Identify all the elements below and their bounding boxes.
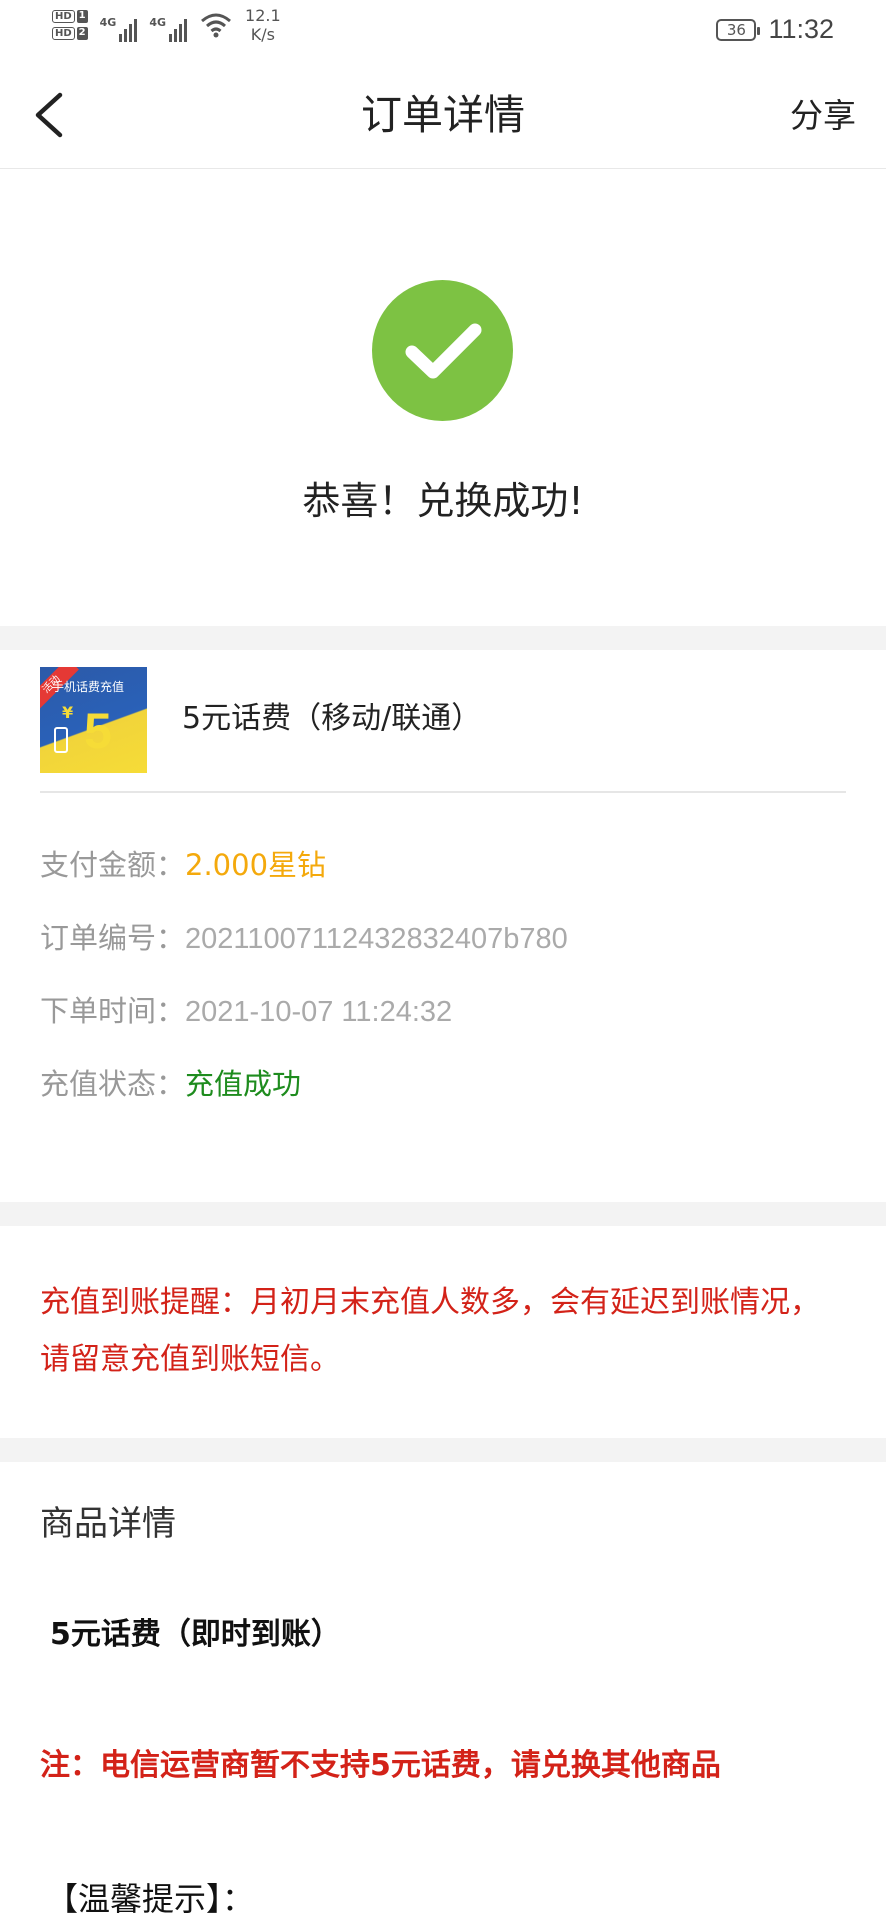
navigation-bar: 订单详情 分享 bbox=[0, 62, 886, 169]
sim-number: 2 bbox=[76, 27, 88, 40]
phone-icon bbox=[54, 727, 68, 753]
hd-label: HD bbox=[52, 10, 75, 23]
hd-badge-2: HD 2 bbox=[52, 27, 88, 40]
share-button[interactable]: 分享 bbox=[790, 96, 856, 136]
order-time-label: 下单时间： bbox=[40, 994, 186, 1028]
status-bar-left: HD 1 HD 2 4G 4G 12.1 K/s bbox=[52, 6, 281, 44]
signal-icon-2: 4G bbox=[149, 8, 188, 42]
order-number-value: 20211007112432832407b780 bbox=[185, 923, 568, 955]
thumbnail-title: 手机话费充值 bbox=[52, 680, 125, 694]
battery-level: 36 bbox=[726, 20, 746, 39]
success-check-icon bbox=[372, 280, 513, 421]
network-type: 4G bbox=[99, 16, 117, 29]
order-number-row: 订单编号：20211007112432832407b780 bbox=[40, 919, 568, 958]
status-bar-right: 36 11:32 bbox=[716, 14, 834, 45]
order-number-label: 订单编号： bbox=[40, 921, 186, 955]
order-time-value: 2021-10-07 11:24:32 bbox=[185, 996, 453, 1028]
hd-label: HD bbox=[52, 27, 75, 40]
recharge-status-value: 充值成功 bbox=[185, 1067, 302, 1101]
page-title: 订单详情 bbox=[361, 91, 525, 139]
signal-icon-1: 4G bbox=[100, 8, 138, 42]
product-detail-line: 5元话费（即时到账） bbox=[50, 1617, 341, 1652]
hd-indicators: HD 1 HD 2 bbox=[52, 10, 88, 40]
section-divider bbox=[0, 1202, 886, 1226]
status-bar: HD 1 HD 2 4G 4G 12.1 K/s 36 11:32 bbox=[0, 0, 886, 62]
checkmark-icon bbox=[405, 323, 482, 379]
product-thumbnail: 活动 手机话费充值 ¥ 5 bbox=[40, 667, 147, 773]
arrival-notice: 充值到账提醒：月初月末充值人数多，会有延迟到账情况，请留意充值到账短信。 bbox=[40, 1285, 820, 1377]
section-divider bbox=[0, 626, 886, 650]
recharge-status-label: 充值状态： bbox=[40, 1067, 186, 1101]
warm-tip-heading: 【温馨提示】： bbox=[46, 1880, 255, 1918]
wifi-icon bbox=[201, 13, 231, 38]
clock: 11:32 bbox=[768, 14, 834, 44]
section-divider bbox=[0, 1438, 886, 1462]
thumbnail-amount: 5 bbox=[84, 703, 112, 759]
carrier-warning: 注：电信运营商暂不支持5元话费，请兑换其他商品 bbox=[40, 1748, 721, 1783]
order-time-row: 下单时间：2021-10-07 11:24:32 bbox=[40, 992, 452, 1031]
pay-amount-value: 2.000星钻 bbox=[185, 848, 327, 882]
recharge-status-row: 充值状态：充值成功 bbox=[40, 1065, 301, 1103]
network-type: 4G bbox=[149, 16, 167, 29]
pay-amount-row: 支付金额：2.000星钻 bbox=[40, 846, 326, 884]
pay-amount-label: 支付金额： bbox=[40, 848, 186, 882]
product-row: 活动 手机话费充值 ¥ 5 5元话费（移动/联通） bbox=[40, 667, 846, 793]
thumbnail-yen: ¥ bbox=[62, 703, 74, 722]
speed-unit: K/s bbox=[250, 25, 275, 44]
sim-number: 1 bbox=[76, 10, 88, 23]
battery-icon: 36 bbox=[716, 18, 761, 41]
speed-value: 12.1 bbox=[245, 6, 281, 25]
success-message: 恭喜！兑换成功! bbox=[302, 479, 584, 523]
success-section: 恭喜！兑换成功! bbox=[0, 169, 886, 626]
product-details-title: 商品详情 bbox=[40, 1504, 176, 1544]
hd-badge-1: HD 1 bbox=[52, 10, 88, 23]
network-speed: 12.1 K/s bbox=[245, 6, 281, 44]
product-name: 5元话费（移动/联通） bbox=[182, 701, 482, 736]
